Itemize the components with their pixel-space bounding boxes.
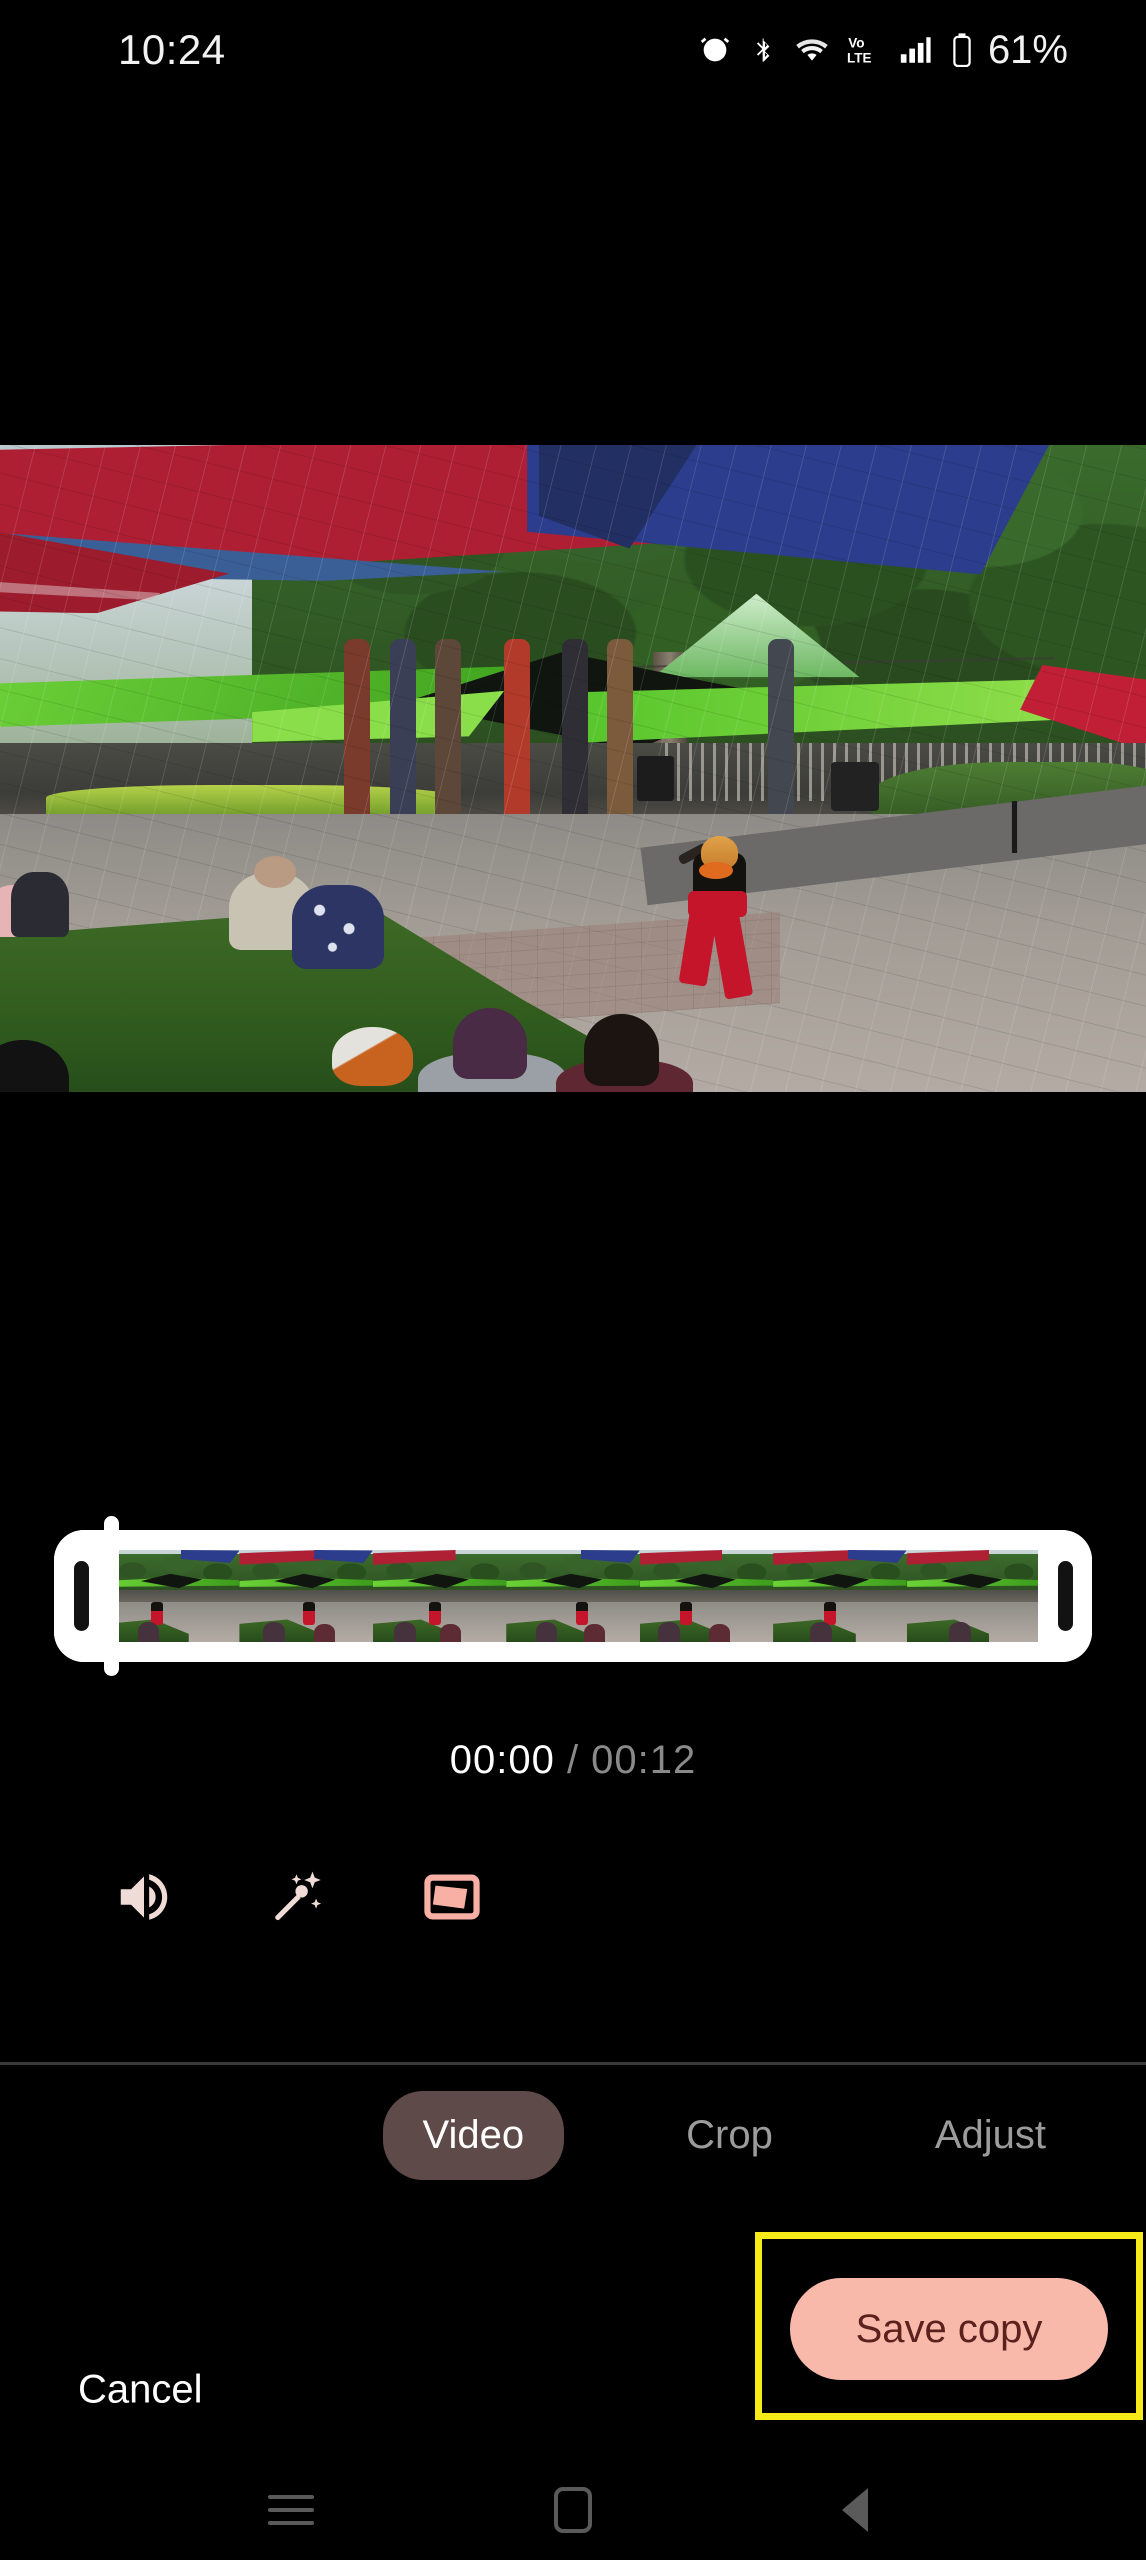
list-item[interactable] [506, 1550, 640, 1642]
list-item[interactable] [639, 1550, 774, 1642]
trim-handle-left-icon [73, 1561, 89, 1631]
current-time-label: 00:00 [449, 1738, 555, 1782]
recents-icon [268, 2486, 314, 2534]
wifi-icon [794, 33, 830, 67]
list-item[interactable] [372, 1550, 507, 1642]
list-item[interactable] [106, 1550, 240, 1642]
back-button[interactable] [810, 2480, 900, 2540]
timeline-filmstrip[interactable] [54, 1516, 1092, 1676]
total-time-label: 00:12 [591, 1738, 697, 1782]
trim-handle-right-icon [1057, 1561, 1073, 1631]
volume-button[interactable] [92, 1838, 196, 1960]
thumbnail-list [106, 1550, 1040, 1642]
signal-icon [896, 33, 934, 67]
enhance-button[interactable] [246, 1838, 350, 1960]
status-bar: 10:24 Vo LTE 61% [0, 0, 1146, 100]
cancel-button[interactable]: Cancel [78, 2368, 203, 2413]
back-icon [842, 2488, 868, 2532]
volte-icon: Vo LTE [847, 33, 879, 67]
tab-bar-divider [0, 2062, 1146, 2065]
trim-handle-left[interactable] [54, 1530, 108, 1662]
status-bar-icons: Vo LTE 61% [698, 28, 1068, 73]
volume-icon [113, 1866, 175, 1933]
tab-video[interactable]: Video [382, 2090, 565, 2180]
tab-video-label: Video [422, 2112, 525, 2157]
alarm-icon [698, 33, 732, 67]
time-readout: 00:00 / 00:12 [0, 1738, 1146, 1783]
filmstrip-track[interactable] [54, 1530, 1092, 1662]
list-item[interactable] [906, 1550, 1040, 1642]
tool-row: Export frame [0, 1838, 1146, 1960]
save-copy-label: Save copy [855, 2306, 1043, 2351]
tab-adjust-label: Adjust [934, 2112, 1046, 2157]
cancel-label: Cancel [78, 2367, 203, 2412]
tab-crop-label: Crop [686, 2112, 773, 2157]
video-editor-screen: 10:24 Vo LTE 61% 00:00 / 00:12 Video Cro… [0, 0, 1146, 2560]
tab-crop[interactable]: Crop [646, 2091, 813, 2180]
list-item[interactable] [773, 1550, 907, 1642]
stabilize-button[interactable] [400, 1838, 504, 1960]
video-frame-image [0, 445, 1146, 1092]
svg-text:Vo: Vo [848, 36, 864, 51]
list-item[interactable] [239, 1550, 373, 1642]
save-copy-button[interactable]: Save copy [790, 2278, 1108, 2380]
recents-button[interactable] [246, 2480, 336, 2540]
battery-percent-label: 61% [987, 27, 1068, 72]
home-icon [554, 2487, 592, 2533]
home-button[interactable] [528, 2480, 618, 2540]
status-bar-clock: 10:24 [118, 26, 226, 73]
svg-text:LTE: LTE [847, 50, 872, 65]
battery-icon [951, 32, 973, 68]
tab-bar: Video Crop Adjust [0, 2080, 1146, 2190]
stabilize-icon [421, 1866, 483, 1933]
playhead-icon[interactable] [104, 1516, 119, 1676]
video-preview[interactable] [0, 445, 1146, 1092]
time-separator: / [554, 1738, 592, 1782]
android-nav-bar [0, 2460, 1146, 2560]
trim-handle-right[interactable] [1038, 1530, 1092, 1662]
tab-adjust[interactable]: Adjust [895, 2091, 1086, 2180]
bluetooth-icon [749, 33, 777, 67]
magic-wand-icon [267, 1866, 329, 1933]
